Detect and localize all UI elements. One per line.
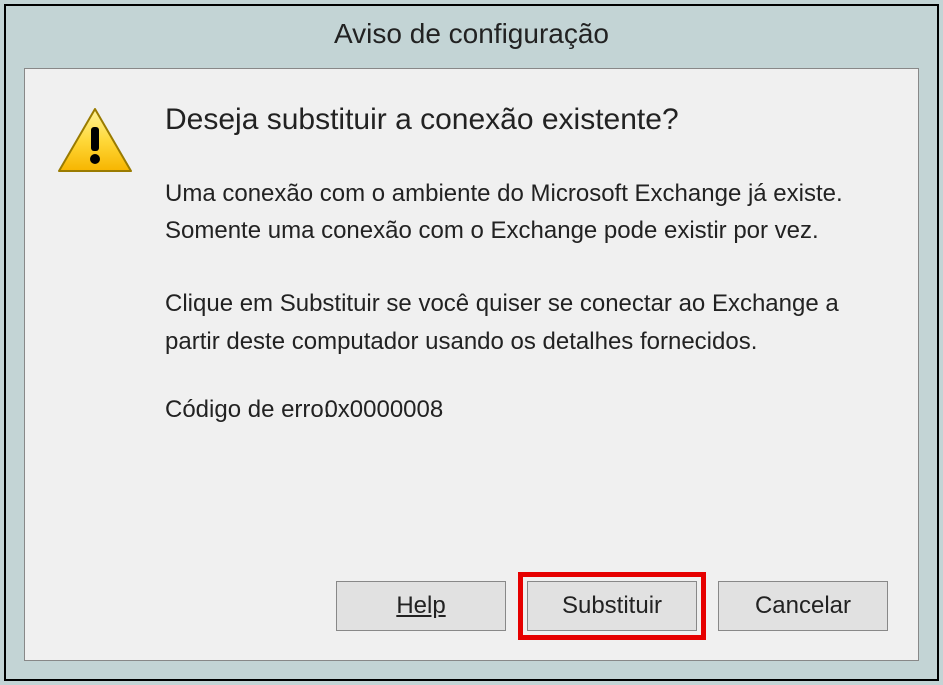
warning-icon	[55, 105, 135, 177]
configuration-warning-dialog: Aviso de configuração	[4, 4, 939, 681]
dialog-content-panel: Deseja substituir a conexão existente? U…	[24, 68, 919, 661]
button-row: Help Substituir Cancelar	[55, 572, 888, 640]
text-column: Deseja substituir a conexão existente? U…	[155, 99, 888, 552]
cancel-button[interactable]: Cancelar	[718, 581, 888, 631]
dialog-paragraph-1: Uma conexão com o ambiente do Microsoft …	[165, 175, 888, 249]
error-label: Código de erro:	[165, 396, 330, 423]
dialog-paragraph-2: Clique em Substituir se você quiser se c…	[165, 285, 888, 359]
dialog-body: Deseja substituir a conexão existente? U…	[55, 99, 888, 552]
error-line: Código de erro:0x0000008	[165, 396, 888, 424]
help-button[interactable]: Help	[336, 581, 506, 631]
icon-column	[55, 99, 155, 552]
replace-button[interactable]: Substituir	[527, 581, 697, 631]
error-code: 0x0000008	[324, 396, 443, 423]
dialog-title: Aviso de configuração	[6, 6, 937, 68]
dialog-heading: Deseja substituir a conexão existente?	[165, 99, 888, 141]
replace-button-highlight: Substituir	[518, 572, 706, 640]
